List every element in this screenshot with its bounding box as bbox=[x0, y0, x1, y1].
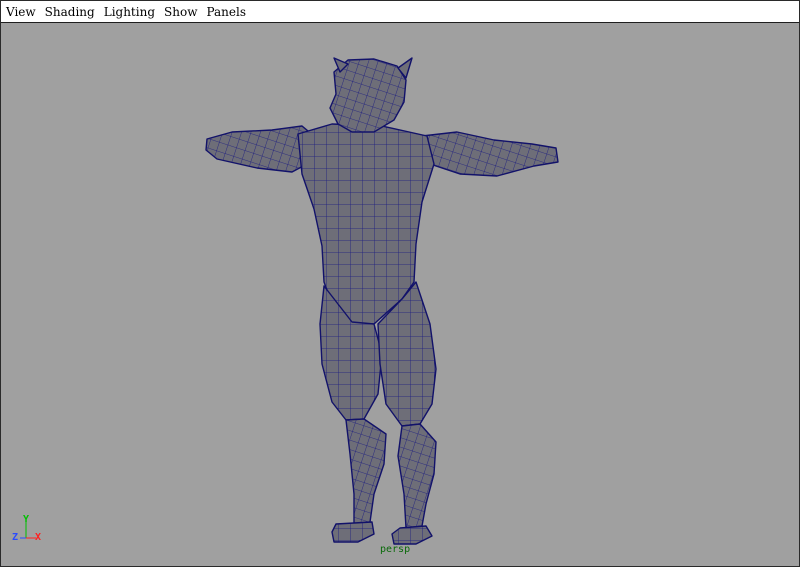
menu-shading[interactable]: Shading bbox=[40, 1, 99, 23]
menu-show[interactable]: Show bbox=[159, 1, 201, 23]
panel-menubar: View Shading Lighting Show Panels bbox=[1, 1, 799, 23]
view-axis-indicator: Y Z X bbox=[12, 514, 52, 554]
3d-viewport[interactable]: Y Z X persp bbox=[2, 24, 798, 565]
axis-x-label: X bbox=[35, 532, 42, 543]
menu-lighting[interactable]: Lighting bbox=[99, 1, 159, 23]
model-panel-window: View Shading Lighting Show Panels Y Z X … bbox=[0, 0, 800, 567]
menu-panels[interactable]: Panels bbox=[201, 1, 250, 23]
character-mesh[interactable] bbox=[2, 24, 798, 565]
menu-view[interactable]: View bbox=[1, 1, 40, 23]
axis-y-label: Y bbox=[23, 514, 30, 525]
camera-name-label: persp bbox=[380, 544, 411, 555]
axis-z-label: Z bbox=[12, 532, 19, 543]
